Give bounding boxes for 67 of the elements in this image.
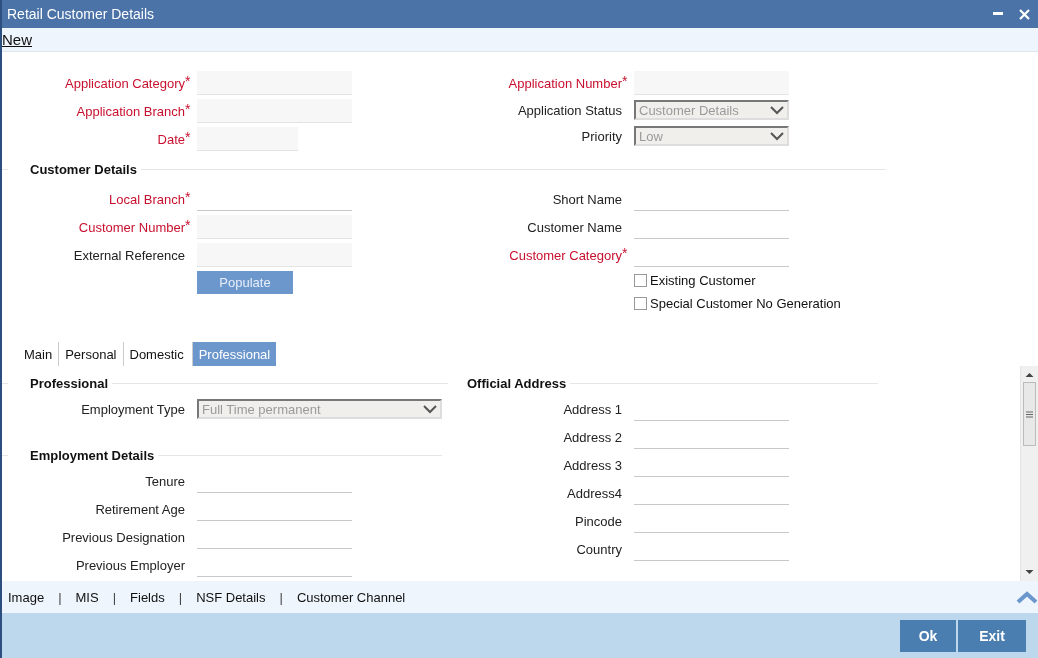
- checkbox[interactable]: [634, 274, 647, 287]
- field-label: Address 2: [562, 429, 622, 445]
- field-label: Address 1: [562, 401, 622, 417]
- tab[interactable]: Domestic: [122, 342, 190, 366]
- tab[interactable]: Main: [18, 342, 59, 366]
- input-field[interactable]: [197, 99, 352, 123]
- field-label: Application Category: [64, 75, 185, 91]
- input-field[interactable]: [197, 243, 352, 267]
- tab[interactable]: Personal: [58, 342, 123, 366]
- footer-link[interactable]: Fields: [130, 589, 165, 605]
- required-asterisk: *: [622, 244, 629, 261]
- field-label: Customer Category: [508, 247, 622, 263]
- chevron-up-icon[interactable]: [1016, 590, 1038, 604]
- field-label: Short Name: [551, 191, 622, 207]
- scrollbar[interactable]: [1020, 366, 1038, 581]
- section-heading: Employment Details: [30, 447, 156, 463]
- field-label: Application Status: [516, 102, 622, 118]
- field-label: Address 3: [562, 457, 622, 473]
- section-heading: Official Address: [467, 375, 568, 391]
- link-separator: |: [58, 589, 62, 605]
- field-label: Pincode: [574, 513, 622, 529]
- grip-icon[interactable]: [1026, 410, 1033, 418]
- checkbox-label: Special Customer No Generation: [650, 296, 841, 311]
- input-field[interactable]: [634, 71, 789, 95]
- required-asterisk: *: [185, 72, 192, 89]
- field-label: Previous Designation: [61, 529, 185, 545]
- field-label: Local Branch: [108, 191, 185, 207]
- footer-link[interactable]: MIS: [75, 589, 99, 605]
- minimize-icon[interactable]: [993, 12, 1003, 16]
- section-heading: Customer Details: [30, 161, 138, 177]
- field-label: Application Branch: [75, 103, 185, 119]
- field-label: Date: [156, 131, 185, 147]
- checkbox-label: Existing Customer: [650, 273, 756, 288]
- footer-link[interactable]: NSF Details: [196, 589, 266, 605]
- footer-link[interactable]: Customer Channel: [296, 589, 406, 605]
- input-field[interactable]: [197, 215, 352, 239]
- required-asterisk: *: [185, 216, 192, 233]
- section-heading: Professional: [30, 375, 110, 391]
- required-asterisk: *: [185, 128, 192, 145]
- window-title: Retail Customer Details: [7, 6, 155, 22]
- field-label: Address4: [566, 485, 622, 501]
- field-label: External Reference: [72, 247, 185, 263]
- link-separator: |: [279, 589, 283, 605]
- required-asterisk: *: [622, 72, 629, 89]
- ok-button[interactable]: Ok: [900, 619, 956, 652]
- field-label: Country: [575, 541, 622, 557]
- new-link[interactable]: New: [2, 31, 32, 48]
- input-field[interactable]: [197, 71, 352, 95]
- field-label: Previous Employer: [74, 557, 185, 573]
- link-separator: |: [178, 589, 183, 605]
- field-label: Tenure: [144, 473, 185, 489]
- input-field[interactable]: [197, 127, 298, 151]
- field-label: Customer Name: [526, 219, 622, 235]
- footer-link[interactable]: Image: [8, 589, 45, 605]
- exit-button[interactable]: Exit: [958, 619, 1026, 652]
- field-label: Employment Type: [80, 401, 185, 417]
- arrow-up-icon[interactable]: [1025, 370, 1034, 380]
- required-asterisk: *: [185, 188, 192, 205]
- field-label: Application Number: [507, 75, 622, 91]
- arrow-down-icon[interactable]: [1025, 567, 1034, 577]
- close-icon[interactable]: [1019, 8, 1030, 20]
- link-separator: |: [112, 589, 117, 605]
- required-asterisk: *: [185, 100, 192, 117]
- field-label: Priority: [580, 128, 622, 144]
- field-label: Retirement Age: [94, 501, 185, 517]
- checkbox[interactable]: [634, 297, 647, 310]
- field-label: Customer Number: [77, 219, 185, 235]
